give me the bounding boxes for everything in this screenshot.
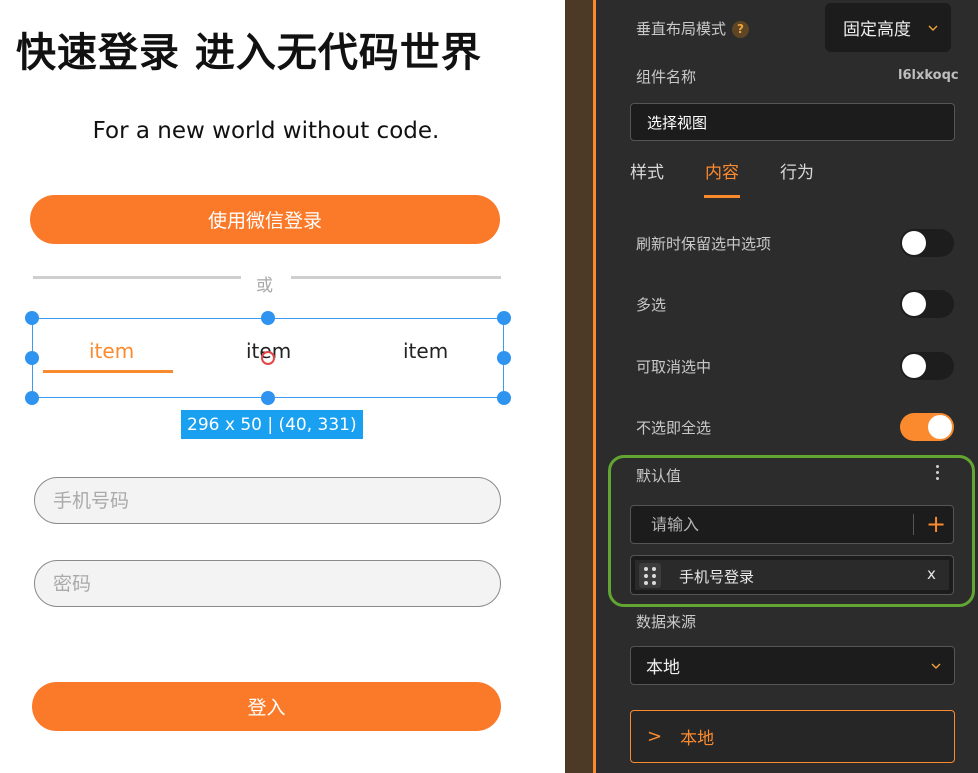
password-input[interactable] [34, 560, 501, 607]
data-source-value: 本地 [646, 658, 680, 678]
local-data-expander[interactable]: > 本地 [630, 710, 955, 763]
tab-content[interactable]: 内容 [705, 158, 739, 183]
divider-left [33, 276, 241, 279]
chevron-down-icon [931, 663, 941, 669]
component-name-label: 组件名称 [636, 68, 697, 86]
resize-handle-bottom-right[interactable] [497, 391, 511, 405]
tag-inner: 手机号登录 x [635, 560, 949, 590]
input-separator [913, 514, 914, 535]
resize-handle-bottom-left[interactable] [25, 391, 39, 405]
resize-handle-left[interactable] [25, 351, 39, 365]
tab-behavior[interactable]: 行为 [780, 158, 814, 183]
tab-style[interactable]: 样式 [630, 158, 664, 183]
divider-right [291, 276, 501, 279]
phone-input[interactable] [34, 477, 501, 524]
resize-handle-top[interactable] [261, 311, 275, 325]
local-data-label: 本地 [680, 729, 715, 749]
login-button[interactable]: 登入 [32, 682, 501, 731]
select-all-toggle[interactable] [900, 413, 954, 441]
tag-label: 手机号登录 [679, 568, 755, 586]
tab-item-1[interactable]: item [89, 339, 134, 363]
deselectable-toggle[interactable] [900, 352, 954, 380]
properties-panel: 垂直布局模式? 固定高度 组件名称 l6lxkoqc 选择视图 样式 内容 行为… [596, 0, 978, 773]
vertical-layout-label: 垂直布局模式? [636, 18, 750, 39]
default-value-input-group: + [630, 505, 954, 544]
toggle-label-keep-selection: 刷新时保留选中选项 [636, 235, 772, 253]
panel-gutter [565, 0, 593, 773]
toggle-label-multi-select: 多选 [636, 296, 667, 314]
toggle-knob [902, 231, 926, 255]
or-divider-text: 或 [256, 276, 273, 296]
multi-select-toggle[interactable] [900, 290, 954, 318]
toggle-knob [902, 292, 926, 316]
data-source-label: 数据来源 [636, 613, 697, 631]
wechat-login-button[interactable]: 使用微信登录 [30, 195, 500, 244]
chevron-down-icon [928, 25, 938, 31]
remove-tag-icon[interactable]: x [927, 565, 936, 583]
resize-handle-bottom[interactable] [261, 391, 275, 405]
default-value-tag: 手机号登录 x [630, 555, 954, 595]
page-subtitle: For a new world without code. [92, 118, 440, 144]
toggle-knob [902, 354, 926, 378]
tab-item-3[interactable]: item [403, 339, 448, 363]
resize-handle-right[interactable] [497, 351, 511, 365]
size-position-badge: 296 x 50 | (40, 331) [181, 410, 363, 439]
design-canvas[interactable]: 快速登录 进入无代码世界 For a new world without cod… [0, 0, 565, 773]
chevron-right-icon: > [647, 726, 663, 747]
active-tab-underline [704, 195, 740, 198]
toggle-knob [928, 415, 952, 439]
default-value-label: 默认值 [636, 467, 682, 485]
toggle-label-deselectable: 可取消选中 [636, 358, 712, 376]
help-icon[interactable]: ? [732, 20, 750, 38]
vertical-layout-dropdown[interactable]: 固定高度 [825, 3, 951, 52]
resize-handle-top-right[interactable] [497, 311, 511, 325]
vertical-layout-value: 固定高度 [843, 20, 911, 40]
rotate-handle-icon[interactable] [261, 351, 275, 365]
drag-handle-icon[interactable] [639, 563, 661, 588]
component-name-input[interactable]: 选择视图 [630, 103, 955, 141]
add-icon[interactable]: + [923, 510, 949, 538]
toggle-label-select-all: 不选即全选 [636, 419, 712, 437]
active-tab-underline [43, 370, 173, 373]
data-source-dropdown[interactable]: 本地 [630, 646, 955, 685]
resize-handle-top-left[interactable] [25, 311, 39, 325]
more-options-icon[interactable] [934, 462, 940, 482]
keep-selection-toggle[interactable] [900, 229, 954, 257]
page-title: 快速登录 进入无代码世界 [16, 30, 482, 76]
default-value-input[interactable] [631, 506, 911, 543]
component-id: l6lxkoqc [898, 68, 959, 83]
